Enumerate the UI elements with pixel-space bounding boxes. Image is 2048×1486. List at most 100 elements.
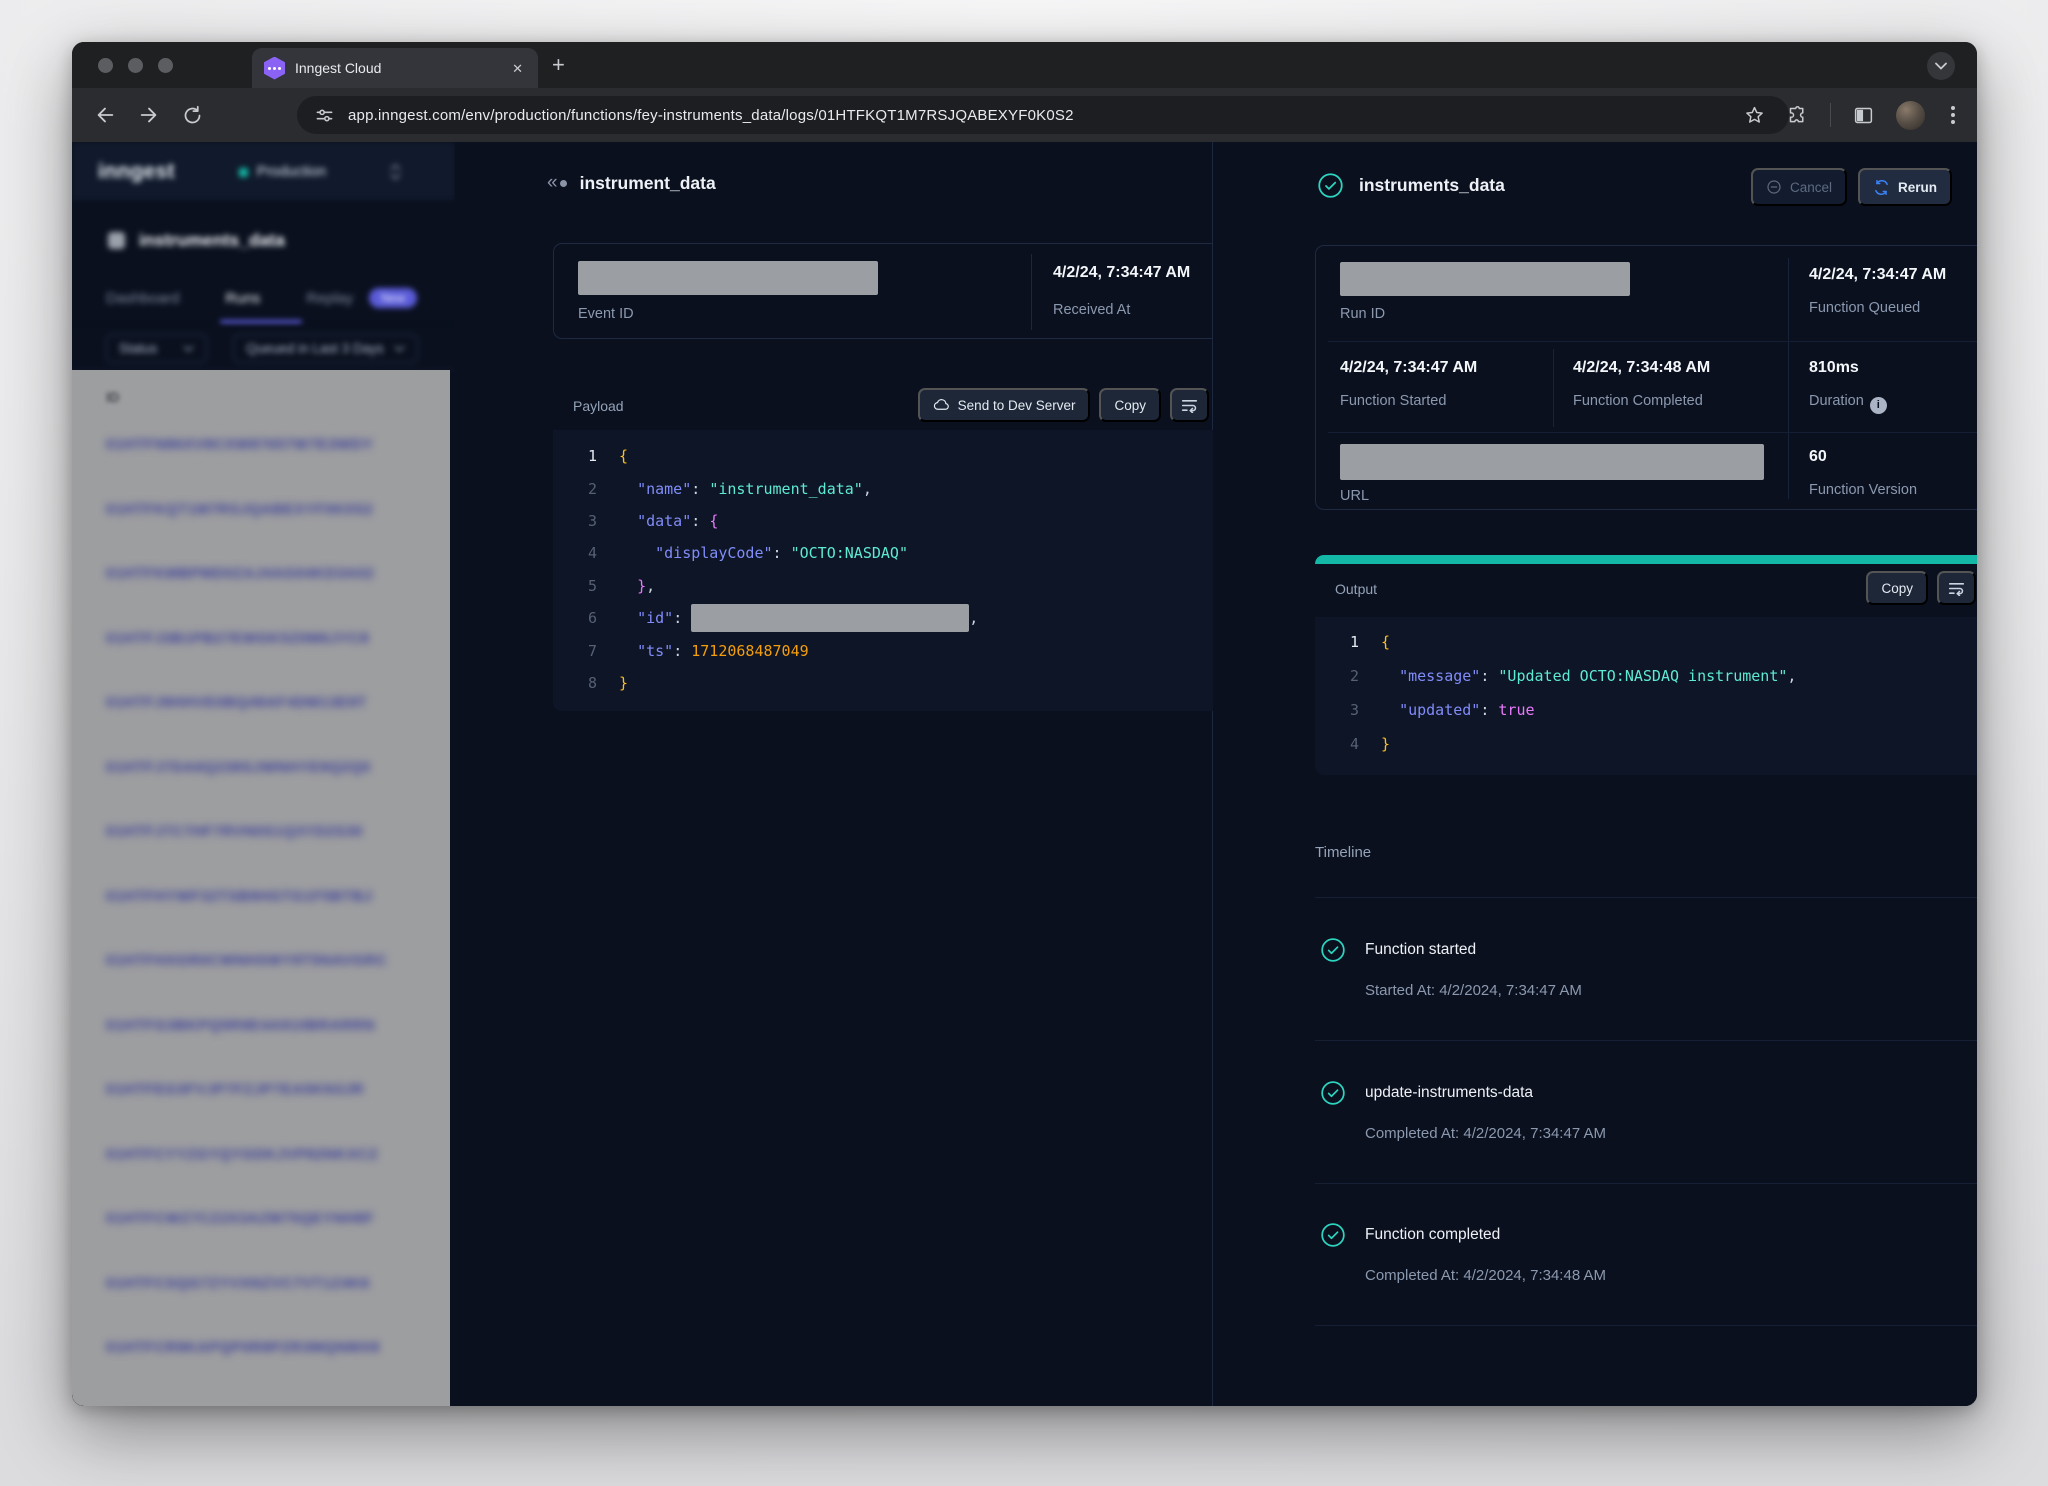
send-to-dev-server-button[interactable]: Send to Dev Server [918, 388, 1091, 422]
cancel-button[interactable]: Cancel [1751, 168, 1847, 206]
extensions-icon[interactable] [1787, 105, 1808, 126]
code-line: 8} [553, 667, 1257, 699]
code-line: 3 "updated": true [1315, 693, 1977, 727]
tab-replay[interactable]: Replay [306, 290, 353, 307]
run-id-list-item[interactable]: 01HTFJ7DA6Q238SJWNHYE9Q2Q0 [106, 759, 371, 776]
card-divider [1031, 254, 1032, 330]
run-id-list-item[interactable]: 01HTFG3BKPQ5R9E4A910BRARRN [106, 1017, 375, 1034]
side-panel-icon[interactable] [1853, 105, 1874, 126]
time-range-filter[interactable]: Queued in Last 3 Days [233, 334, 417, 363]
line-number: 8 [553, 674, 597, 692]
function-completed-label: Function Completed [1573, 393, 1703, 409]
profile-avatar[interactable] [1896, 101, 1925, 130]
run-id-list-item[interactable]: 01HTFN86XV8CXW87657W7E3WDY [106, 436, 373, 453]
timeline-item-title: Function started [1365, 941, 1476, 959]
browser-menu-icon[interactable] [1947, 102, 1959, 128]
timeline-item-title: Function completed [1365, 1226, 1500, 1244]
line-number: 6 [553, 609, 597, 627]
url-redacted [1340, 444, 1764, 480]
function-name: instruments_data [139, 230, 285, 251]
code-token: : [673, 609, 691, 627]
tab-dashboard[interactable]: Dashboard [106, 290, 179, 307]
url-label: URL [1340, 488, 1369, 504]
runs-filter-bar: Status Queued in Last 3 Days [72, 327, 455, 370]
code-token [1381, 701, 1399, 719]
code-line: 1{ [1315, 625, 1977, 659]
run-id-list-item[interactable]: 01HTFCR9KAPQP0R8PZR3MQNMX8 [106, 1339, 380, 1356]
code-token: "name" [637, 480, 691, 498]
zoom-window-button[interactable] [158, 58, 173, 73]
code-line: 6 "id": , [553, 602, 1257, 634]
code-token: , [969, 609, 978, 627]
timeline-check-icon [1320, 1080, 1346, 1111]
code-line: 2 "name": "instrument_data", [553, 472, 1257, 504]
run-id-list-item[interactable]: 01HTFEG3FVJP7FZJP7EA5KN3JR [106, 1081, 364, 1098]
code-line: 4 "displayCode": "OCTO:NASDAQ" [553, 537, 1257, 569]
info-icon[interactable]: i [1870, 397, 1887, 414]
run-id-redacted [1340, 262, 1630, 296]
line-number: 4 [1315, 735, 1359, 753]
copy-output-button[interactable]: Copy [1866, 571, 1928, 605]
tab-strip: Inngest Cloud ✕ + [72, 42, 1977, 88]
reload-button[interactable] [182, 105, 203, 126]
function-completed-value: 4/2/24, 7:34:48 AM [1573, 359, 1710, 377]
environment-chevron-icon[interactable] [390, 164, 401, 180]
rerun-button[interactable]: Rerun [1858, 168, 1952, 206]
code-token: "instrument_data" [709, 480, 863, 498]
app-top-bar: inngest Production [72, 142, 455, 202]
run-id-list-item[interactable]: 01HTFKMBPMD0ZAJ4AG04KD3A02 [106, 565, 374, 582]
code-token [619, 609, 637, 627]
run-id-list-item[interactable]: 01HTFJ7C7HF7RVN0S1Q3YD2S30 [106, 823, 363, 840]
run-id-list-item[interactable]: 01HTFHXGR0CWNHSWY8T5NAVGRC [106, 952, 387, 969]
run-id-list-item[interactable]: 01HTFJ3B1PB27EWGK5Z0M6JYC8 [106, 630, 369, 647]
bookmark-star-icon[interactable] [1744, 105, 1765, 126]
tab-search-button[interactable] [1927, 52, 1955, 80]
forward-button[interactable] [138, 104, 160, 126]
inngest-logo[interactable]: inngest [98, 160, 175, 184]
close-tab-icon[interactable]: ✕ [509, 59, 526, 78]
event-details-card: Event ID 4/2/24, 7:34:47 AM Received At [553, 243, 1257, 339]
run-id-list-item[interactable]: 01HTFCWZ7CZ2X3AZM75QEYNH8F [106, 1210, 374, 1227]
event-id-label: Event ID [578, 306, 634, 322]
window-controls[interactable] [98, 58, 173, 73]
wrap-text-button[interactable] [1170, 388, 1209, 422]
site-settings-icon[interactable] [315, 106, 334, 125]
run-id-list-item[interactable]: 01HTFHYWF32TSB9HGTG1F5BTBJ [106, 888, 372, 905]
timeline-divider [1315, 1040, 1977, 1041]
minimize-window-button[interactable] [128, 58, 143, 73]
tab-runs[interactable]: Runs [225, 290, 260, 307]
code-token: : [691, 480, 709, 498]
timeline-item-timestamp: Started At: 4/2/2024, 7:34:47 AM [1365, 982, 1582, 999]
run-title: instruments_data [1359, 175, 1505, 196]
run-id-list-item[interactable]: 01HTFCSQG7ZYVXNZVC7VT1Z4K6 [106, 1275, 370, 1292]
copy-payload-button[interactable]: Copy [1099, 388, 1161, 422]
browser-tab[interactable]: Inngest Cloud ✕ [252, 48, 538, 88]
run-id-list-item[interactable]: 01HTFJ9HHVE0BQ48AF4DM13E9T [106, 694, 367, 711]
card-divider [1328, 432, 1977, 433]
function-started-value: 4/2/24, 7:34:47 AM [1340, 359, 1477, 377]
code-line: 4} [1315, 727, 1977, 761]
inngest-logo-icon [264, 57, 285, 80]
output-code[interactable]: 1{2 "message": "Updated OCTO:NASDAQ inst… [1315, 617, 1977, 775]
wrap-text-icon [1948, 581, 1965, 596]
timeline-check-icon [1320, 937, 1346, 968]
url-bar[interactable]: app.inngest.com/env/production/functions… [297, 96, 1789, 134]
code-token: } [619, 674, 628, 692]
code-token: "data" [637, 512, 691, 530]
minus-circle-icon [1766, 179, 1782, 195]
environment-selector[interactable]: Production [239, 164, 326, 180]
close-window-button[interactable] [98, 58, 113, 73]
back-button[interactable] [94, 104, 116, 126]
url-text[interactable]: app.inngest.com/env/production/functions… [348, 107, 1074, 124]
code-token: , [863, 480, 872, 498]
status-filter[interactable]: Status [106, 334, 207, 363]
new-tab-button[interactable]: + [552, 52, 565, 78]
run-id-list-item[interactable]: 01HTFKQT1M7RSJQABEXYF0K0S2 [106, 501, 373, 518]
code-token: { [619, 447, 628, 465]
payload-code[interactable]: 1{2 "name": "instrument_data",3 "data": … [553, 430, 1257, 711]
run-id-list-item[interactable]: 01HTFCYYZGYQYGDKJVP82NKXCZ [106, 1146, 378, 1163]
reload-icon [182, 105, 203, 126]
code-token: "Updated OCTO:NASDAQ instrument" [1498, 667, 1787, 685]
chevron-down-icon [183, 345, 194, 352]
wrap-text-button[interactable] [1937, 571, 1976, 605]
